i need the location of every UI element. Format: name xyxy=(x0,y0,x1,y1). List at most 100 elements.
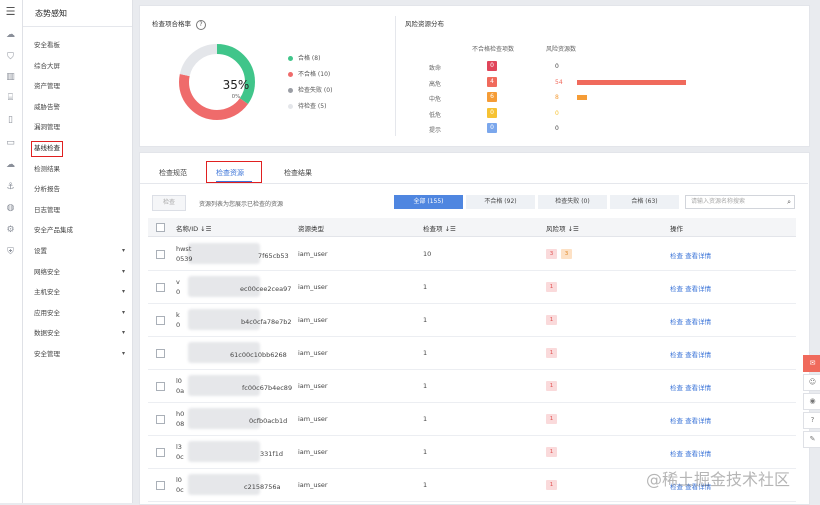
robot-icon[interactable]: ☺ xyxy=(803,374,820,391)
active-tab-highlight xyxy=(206,161,262,183)
sidebar-item[interactable]: 主机安全 ▾ xyxy=(34,285,130,299)
sidebar-item-label: 综合大屏 xyxy=(34,61,60,70)
menu-icon[interactable]: ☰ xyxy=(4,6,17,17)
feedback-icon[interactable]: ◉ xyxy=(803,393,820,410)
sidebar-item-label: 资产管理 xyxy=(34,82,60,91)
search-icon[interactable]: ⌕ xyxy=(787,196,791,208)
col-items[interactable]: 检查项 ↓☰ xyxy=(423,223,456,233)
risk-bar xyxy=(577,95,587,100)
tab-check-results[interactable]: 检查结果 xyxy=(284,168,312,178)
row-actions[interactable]: 检查 查看详情 xyxy=(670,448,711,458)
row-actions[interactable]: 检查 查看详情 xyxy=(670,415,711,425)
resource-id: 0c xyxy=(176,453,184,461)
help-icon[interactable]: ? xyxy=(803,412,820,429)
row-checkbox[interactable] xyxy=(156,415,165,424)
sidebar-item[interactable]: 设置 ▾ xyxy=(34,244,130,258)
shield-icon[interactable]: ⛉ xyxy=(4,52,17,63)
sidebar: 态势感知 安全看板 综合大屏 资产管理 威胁告警 漏洞管理 基线检查 检测结果 分析报告 日志管… xyxy=(23,0,133,503)
check-item-count: 1 xyxy=(423,283,428,291)
search-input[interactable]: 请输入资源名称搜索 ⌕ xyxy=(685,195,795,209)
risk-badge: 1 xyxy=(546,480,557,490)
chat-icon[interactable]: ✉ xyxy=(803,355,820,372)
tab-check-specs[interactable]: 检查规范 xyxy=(159,168,187,178)
redacted-id xyxy=(188,441,260,462)
legend-item: 合格 (8) xyxy=(288,54,320,64)
help-icon[interactable]: ? xyxy=(196,20,206,30)
sidebar-item[interactable]: 日志管理 xyxy=(34,203,130,217)
sidebar-item[interactable]: 检测结果 xyxy=(34,162,130,176)
resource-id: 0 xyxy=(176,288,181,296)
watermark: @稀土掘金技术社区 xyxy=(646,470,791,489)
sidebar-item-label: 网络安全 xyxy=(34,267,60,276)
settings-icon[interactable]: ⚙ xyxy=(4,225,17,236)
sidebar-item[interactable]: 应用安全 ▾ xyxy=(34,306,130,320)
table-row: 61c00c10bb6268 iam_user 1 1 检查 查看详情 xyxy=(148,336,796,370)
sidebar-item[interactable]: 资产管理 xyxy=(34,79,130,93)
legend-item: 待检查 (5) xyxy=(288,102,326,112)
row-actions[interactable]: 检查 查看详情 xyxy=(670,316,711,326)
filter-check-failed[interactable]: 检查失败 (0) xyxy=(538,195,607,209)
check-item-count: 1 xyxy=(423,448,428,456)
note-icon[interactable]: ✎ xyxy=(803,431,820,448)
legend-dot xyxy=(288,88,293,93)
risk-count-badge: 4 xyxy=(487,76,497,87)
row-checkbox[interactable] xyxy=(156,349,165,358)
row-actions[interactable]: 检查 查看详情 xyxy=(670,250,711,260)
card-divider xyxy=(395,16,396,136)
legend-label: 合格 (8) xyxy=(298,55,321,62)
row-checkbox[interactable] xyxy=(156,481,165,490)
sidebar-item-label: 威胁告警 xyxy=(34,102,60,111)
risk-resource-count: 8 xyxy=(555,94,559,101)
overview-card: 检查项合格率? 35% 0% 合格 (8) 不合格 (10) 检查失败 (0) 待检查… xyxy=(139,5,810,147)
sidebar-item-label: 安全看板 xyxy=(34,41,60,49)
resource-name: l3 xyxy=(176,443,182,451)
filter-passed[interactable]: 合格 (63) xyxy=(610,195,679,209)
server-icon[interactable]: ▥ xyxy=(4,72,17,83)
risk-level-label: 高危 xyxy=(429,80,442,88)
row-checkbox[interactable] xyxy=(156,382,165,391)
sidebar-item[interactable]: 安全看板 xyxy=(34,38,130,52)
sidebar-item[interactable]: 安全管理 ▾ xyxy=(34,347,130,361)
shield-check-icon[interactable]: ⛨ xyxy=(4,247,17,258)
resource-id-suffix: 7f65cb53 xyxy=(258,252,289,260)
resource-id-suffix: b4c0cfa78e7b2 xyxy=(241,318,292,326)
col-name[interactable]: 名称/ID ↓☰ xyxy=(176,223,211,233)
sidebar-item[interactable]: 安全产品集成 xyxy=(34,223,130,237)
sidebar-item[interactable]: 分析报告 xyxy=(34,182,130,196)
filter-all[interactable]: 全部 (155) xyxy=(394,195,463,209)
document-icon[interactable]: ▯ xyxy=(4,115,17,126)
sidebar-item-label: 日志管理 xyxy=(34,205,60,214)
database-icon[interactable]: ⌸ xyxy=(4,93,17,104)
monitor-icon[interactable]: ▭ xyxy=(4,138,17,149)
col-risk[interactable]: 风险项 ↓☰ xyxy=(546,223,579,233)
resource-id: 0539 xyxy=(176,255,193,263)
row-checkbox[interactable] xyxy=(156,316,165,325)
row-checkbox[interactable] xyxy=(156,283,165,292)
table-header: 名称/ID ↓☰ 资源类型 检查项 ↓☰ 风险项 ↓☰ 操作 xyxy=(148,218,796,237)
legend-item: 不合格 (10) xyxy=(288,70,330,80)
cloud-upload-icon[interactable]: ☁ xyxy=(4,160,17,171)
sidebar-item[interactable]: 威胁告警 xyxy=(34,100,130,114)
anchor-icon[interactable]: ⚓ xyxy=(4,182,17,193)
sidebar-item[interactable]: 漏洞管理 xyxy=(34,120,130,134)
sidebar-item[interactable]: 数据安全 ▾ xyxy=(34,326,130,340)
filter-failed[interactable]: 不合格 (92) xyxy=(466,195,535,209)
risk-level-label: 致命 xyxy=(429,65,442,72)
risk-count-badge: 0 xyxy=(487,61,497,71)
resource-type: iam_user xyxy=(298,481,328,489)
check-button[interactable]: 检查 xyxy=(152,195,186,211)
check-item-count: 1 xyxy=(423,481,428,489)
resource-id: 0a xyxy=(176,387,185,395)
sidebar-item[interactable]: 综合大屏 xyxy=(34,59,130,73)
sidebar-item[interactable]: 网络安全 ▾ xyxy=(34,265,130,279)
select-all-checkbox[interactable] xyxy=(156,223,165,232)
row-checkbox[interactable] xyxy=(156,250,165,259)
row-actions[interactable]: 检查 查看详情 xyxy=(670,349,711,359)
cloud-icon[interactable]: ☁ xyxy=(4,30,17,41)
globe-icon[interactable]: ◍ xyxy=(4,203,17,214)
legend-dot xyxy=(288,56,293,61)
row-checkbox[interactable] xyxy=(156,448,165,457)
row-actions[interactable]: 检查 查看详情 xyxy=(670,283,711,293)
sidebar-item-label: 数据安全 xyxy=(34,329,60,338)
row-actions[interactable]: 检查 查看详情 xyxy=(670,382,711,392)
